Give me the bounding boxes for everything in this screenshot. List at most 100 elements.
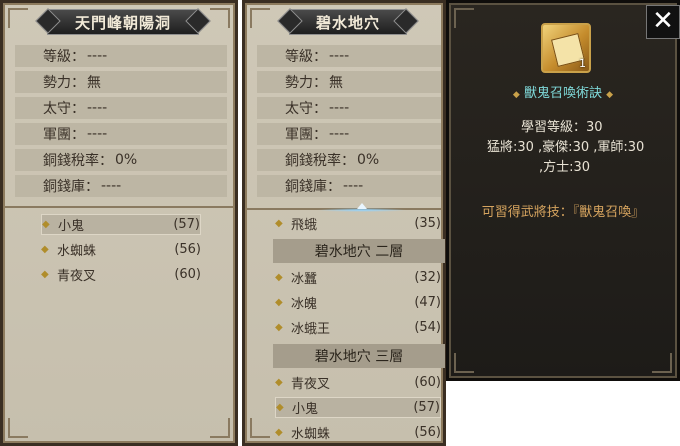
monster-list-item[interactable]: ◆ 冰蛾王 (54) (275, 317, 441, 338)
location-panel-2: 碧水地穴 等級： ---- 勢力： 無 太守： ---- 軍團： ---- 銅錢… (242, 0, 446, 446)
monster-name: 水蜘蛛 (57, 244, 97, 259)
info-label: 銅錢庫： (285, 179, 341, 195)
info-value: ---- (343, 178, 364, 194)
monster-name: 青夜叉 (291, 377, 331, 392)
location-panel-1: 天門峰朝陽洞 等級： ---- 勢力： 無 太守： ---- 軍團： ---- … (0, 0, 238, 446)
info-tax-rate: 銅錢稅率： 0% (15, 149, 227, 171)
diamond-bullet-icon: ◆ (275, 272, 283, 283)
monster-list-item[interactable]: ◆ 水蜘蛛 (56) (41, 239, 201, 260)
corner-ornament (454, 8, 474, 28)
monster-level: (54) (414, 320, 441, 335)
monster-name: 水蜘蛛 (291, 427, 331, 442)
diamond-bullet-icon: ◆ (275, 427, 283, 438)
diamond-bullet-icon: ◆ (41, 244, 49, 255)
monster-name: 青夜叉 (57, 269, 97, 284)
diamond-icon: ◆ (512, 90, 520, 100)
item-name-row: ◆ 獸鬼召喚術訣 ◆ (449, 82, 677, 101)
info-faction: 勢力： 無 (15, 71, 227, 93)
info-label: 等級： (285, 49, 327, 65)
monster-list-item[interactable]: ◆ 小鬼 (57) (275, 397, 441, 418)
info-label: 太守： (285, 101, 327, 117)
info-value: 0% (115, 152, 138, 168)
info-level: 等級： ---- (257, 45, 441, 67)
diamond-bullet-icon: ◆ (275, 218, 283, 229)
info-label: 軍團： (285, 127, 327, 143)
monster-list-item[interactable]: ◆ 青夜叉 (60) (275, 372, 441, 393)
monster-level: (57) (173, 217, 200, 232)
monster-name: 飛蛾 (291, 218, 318, 233)
diamond-bullet-icon: ◆ (275, 322, 283, 333)
monster-list-item[interactable]: ◆ 水蜘蛛 (56) (275, 422, 441, 443)
corner-ornament (250, 418, 270, 438)
info-value: 0% (357, 152, 380, 168)
item-count: 1 (579, 57, 586, 70)
info-governor: 太守： ---- (257, 97, 441, 119)
info-value: ---- (329, 48, 350, 64)
info-label: 勢力： (43, 75, 85, 91)
item-name: 獸鬼召喚術訣 (523, 86, 602, 101)
info-value: 無 (329, 75, 343, 91)
location-title: 天門峰朝陽洞 (47, 9, 199, 35)
monster-level: (60) (174, 267, 201, 282)
monster-name: 冰蠶 (291, 272, 318, 287)
monster-list-item[interactable]: ◆ 青夜叉 (60) (41, 264, 201, 285)
corner-ornament (454, 353, 474, 373)
info-value: ---- (87, 48, 108, 64)
info-faction: 勢力： 無 (257, 71, 441, 93)
monster-level: (56) (174, 242, 201, 257)
info-label: 等級： (43, 49, 85, 65)
diamond-bullet-icon: ◆ (276, 402, 284, 413)
diamond-icon: ◆ (606, 90, 614, 100)
floor-header: 碧水地穴 二層 (273, 239, 445, 263)
monster-name: 小鬼 (292, 402, 319, 417)
monster-list-item[interactable]: ◆ 飛蛾 (35) (275, 213, 441, 234)
info-tax-rate: 銅錢稅率： 0% (257, 149, 441, 171)
info-value: ---- (329, 100, 350, 116)
divider (5, 206, 233, 208)
monster-list-item[interactable]: ◆ 小鬼 (57) (41, 214, 201, 235)
close-button[interactable]: ✕ (646, 5, 680, 39)
info-value: ---- (101, 178, 122, 194)
monster-name: 小鬼 (58, 219, 85, 234)
monster-level: (35) (414, 216, 441, 231)
info-label: 銅錢稅率： (285, 153, 355, 169)
diamond-bullet-icon: ◆ (42, 219, 50, 230)
diamond-bullet-icon: ◆ (275, 297, 283, 308)
info-label: 勢力： (285, 75, 327, 91)
monster-level: (60) (414, 375, 441, 390)
corner-ornament (652, 353, 672, 373)
location-title: 碧水地穴 (289, 9, 407, 35)
stat-line-classes-cont: ,方士:30 (539, 160, 591, 175)
info-label: 銅錢稅率： (43, 153, 113, 169)
monster-level: (32) (414, 270, 441, 285)
info-legion: 軍團： ---- (257, 123, 441, 145)
floor-header: 碧水地穴 三層 (273, 344, 445, 368)
monster-list-item[interactable]: ◆ 冰蠶 (32) (275, 267, 441, 288)
monster-level: (47) (414, 295, 441, 310)
info-value: ---- (329, 126, 350, 142)
monster-list-item[interactable]: ◆ 冰魄 (47) (275, 292, 441, 313)
skill-book-icon: 1 (541, 23, 591, 73)
diamond-bullet-icon: ◆ (41, 269, 49, 280)
stat-line-classes: 猛將:30 ,豪傑:30 ,軍師:30 (487, 140, 645, 155)
monster-name: 冰魄 (291, 297, 318, 312)
monster-level: (56) (414, 425, 441, 440)
info-label: 銅錢庫： (43, 179, 99, 195)
info-treasury: 銅錢庫： ---- (257, 175, 441, 197)
learnable-skill-text: 可習得武將技：『獸鬼召喚』 (481, 205, 645, 220)
item-detail-panel: ✕ 1 ◆ 獸鬼召喚術訣 ◆ 學習等級：30 猛將:30 ,豪傑:30 ,軍師:… (446, 0, 680, 381)
info-value: ---- (87, 100, 108, 116)
info-legion: 軍團： ---- (15, 123, 227, 145)
scroll-up-icon[interactable] (357, 203, 367, 209)
monster-name: 冰蛾王 (291, 322, 331, 337)
monster-level: (57) (413, 400, 440, 415)
info-label: 太守： (43, 101, 85, 117)
corner-ornament (250, 8, 270, 28)
info-governor: 太守： ---- (15, 97, 227, 119)
info-level: 等級： ---- (15, 45, 227, 67)
corner-ornament (210, 8, 230, 28)
info-label: 軍團： (43, 127, 85, 143)
info-treasury: 銅錢庫： ---- (15, 175, 227, 197)
info-value: ---- (87, 126, 108, 142)
info-value: 無 (87, 75, 101, 91)
